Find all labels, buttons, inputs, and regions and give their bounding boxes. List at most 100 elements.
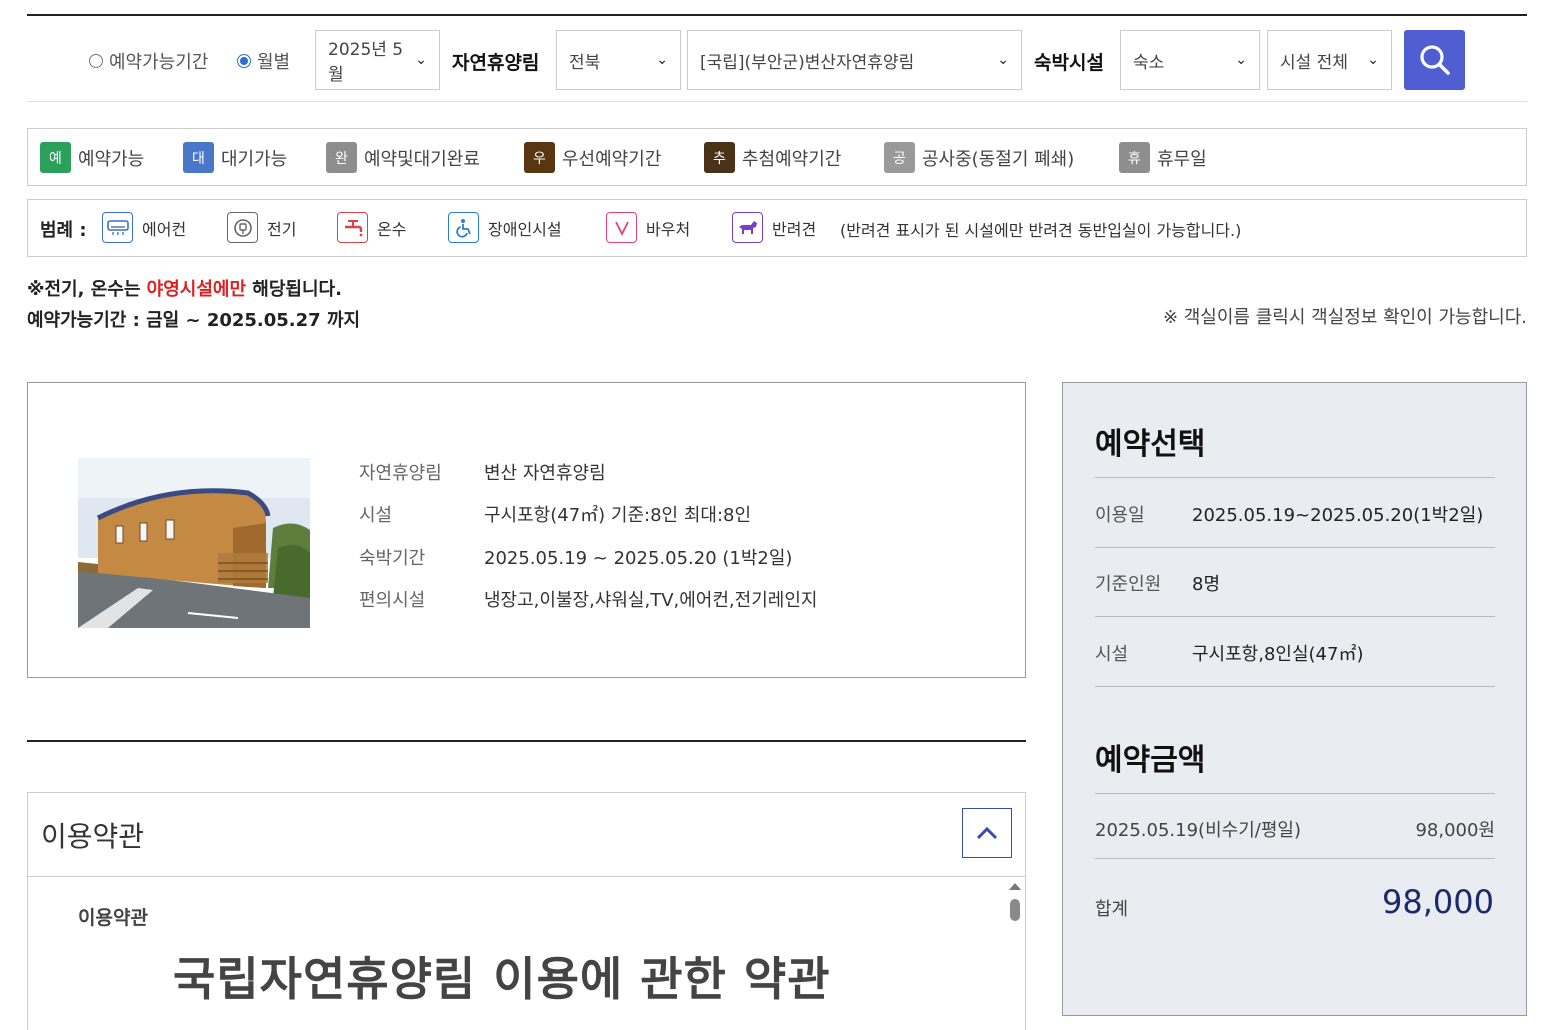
status-legend: 예 예약가능 대 대기가능 완 예약및대기완료 우 우선예약기간 추 추첨예약기… <box>27 128 1527 186</box>
total-label: 합계 <box>1095 899 1129 920</box>
status-closed: 휴 휴무일 <box>1119 142 1207 173</box>
panel-divider <box>1095 858 1495 859</box>
room-info-note: ※ 객실이름 클릭시 객실정보 확인이 가능합니다. <box>1162 307 1527 328</box>
status-label: 우선예약기간 <box>562 148 662 170</box>
search-bar: 예약가능기간 월별 2025년 5월 ⌄ 자연휴양림 전북 ⌄ [국립](부안군… <box>27 30 1527 102</box>
status-construction: 공 공사중(동절기 폐쇄) <box>884 142 1074 173</box>
facility-legend: 범례 : 에어컨 전기 온수 장애인시설 바우처 반려견 (반려견 표시가 된 … <box>27 199 1527 257</box>
collapse-terms-button[interactable] <box>962 808 1012 858</box>
lodging-type-select[interactable]: 숙소 ⌄ <box>1120 30 1260 90</box>
legend-label: 반려견 <box>772 219 817 239</box>
electric-plug-icon <box>227 212 258 243</box>
info-key: 시설 <box>359 505 393 526</box>
search-icon <box>1419 45 1450 75</box>
info-value: 2025.05.19 ~ 2025.05.20 (1박2일) <box>484 548 793 569</box>
facility-photo <box>78 458 310 628</box>
status-label: 예약가능 <box>78 148 145 170</box>
info-key: 숙박기간 <box>359 548 426 569</box>
info-value: 변산 자연휴양림 <box>484 463 606 484</box>
wheelchair-icon <box>448 212 479 243</box>
radio-period-dot[interactable] <box>89 54 103 68</box>
radio-monthly-dot[interactable] <box>237 54 251 68</box>
radio-monthly[interactable]: 월별 <box>237 48 290 74</box>
electric-water-note: ※전기, 온수는 야영시설에만 해당됩니다. <box>27 275 342 301</box>
panel-divider <box>1095 616 1495 617</box>
reservation-row-date: 이용일 2025.05.19~2025.05.20(1박2일) <box>1095 501 1495 527</box>
air-conditioner-icon <box>102 212 133 243</box>
status-badge: 휴 <box>1119 142 1150 173</box>
reservation-row-people: 기준인원 8명 <box>1095 570 1495 596</box>
info-value: 냉장고,이불장,샤워실,TV,에어컨,전기레인지 <box>484 590 818 611</box>
total-amount: 98,000 <box>1382 883 1494 921</box>
region-select-value: 전북 <box>569 52 601 73</box>
status-available: 예 예약가능 <box>40 142 144 173</box>
status-waitlist: 대 대기가능 <box>183 142 287 173</box>
status-lottery: 추 추첨예약기간 <box>704 142 841 173</box>
radio-period[interactable]: 예약가능기간 <box>89 48 208 74</box>
radio-period-label: 예약가능기간 <box>109 52 209 73</box>
legend-pet: 반려견 <box>732 212 816 243</box>
facility-select[interactable]: 시설 전체 ⌄ <box>1267 30 1392 90</box>
status-badge: 공 <box>884 142 915 173</box>
reservation-row-facility: 시설 구시포항,8인실(47㎡) <box>1095 640 1495 666</box>
booking-period-note: 예약가능기간 : 금일 ~ 2025.05.27 까지 <box>27 310 361 331</box>
legend-label: 전기 <box>267 219 297 239</box>
reservation-value: 2025.05.19~2025.05.20(1박2일) <box>1192 505 1484 526</box>
note-prefix: ※전기, 온수는 <box>27 279 147 300</box>
month-select[interactable]: 2025년 5월 ⌄ <box>315 30 440 90</box>
chevron-down-icon: ⌄ <box>656 52 668 68</box>
scrollbar-thumb[interactable] <box>1010 899 1020 921</box>
price-amount: 98,000원 <box>1415 820 1495 841</box>
status-label: 휴무일 <box>1157 148 1207 170</box>
voucher-v-icon <box>606 212 637 243</box>
info-value: 구시포항(47㎡) 기준:8인 최대:8인 <box>484 505 752 526</box>
legend-title: 범례 : <box>40 220 87 241</box>
chevron-down-icon: ⌄ <box>1367 52 1379 68</box>
legend-accessible: 장애인시설 <box>448 212 562 243</box>
pet-note: (반려견 표시가 된 시설에만 반려견 동반입실이 가능합니다.) <box>840 221 1242 240</box>
region-select[interactable]: 전북 ⌄ <box>556 30 681 90</box>
panel-divider <box>1095 793 1495 794</box>
forest-select[interactable]: [국립](부안군)변산자연휴양림 ⌄ <box>687 30 1022 90</box>
lodging-label: 숙박시설 <box>1034 52 1104 74</box>
search-button[interactable] <box>1404 30 1465 90</box>
panel-divider <box>1095 477 1495 478</box>
legend-hot-water: 온수 <box>337 212 406 243</box>
info-row-forest: 자연휴양림 변산 자연휴양림 <box>359 459 606 485</box>
legend-electric: 전기 <box>227 212 296 243</box>
status-label: 대기가능 <box>221 148 288 170</box>
chevron-down-icon: ⌄ <box>997 52 1009 68</box>
status-completed: 완 예약및대기완료 <box>326 142 480 173</box>
terms-heading: 국립자연휴양림 이용에 관한 약관 <box>173 952 831 1006</box>
status-priority: 우 우선예약기간 <box>524 142 661 173</box>
status-label: 공사중(동절기 폐쇄) <box>922 148 1075 170</box>
legend-voucher: 바우처 <box>606 212 690 243</box>
lodging-type-value: 숙소 <box>1133 52 1165 73</box>
info-row-facility: 시설 구시포항(47㎡) 기준:8인 최대:8인 <box>359 501 751 527</box>
chevron-down-icon: ⌄ <box>415 52 427 68</box>
status-badge: 예 <box>40 142 71 173</box>
legend-label: 에어컨 <box>142 219 187 239</box>
section-divider <box>27 740 1026 742</box>
chevron-down-icon: ⌄ <box>1235 52 1247 68</box>
reservation-panel: 예약선택 이용일 2025.05.19~2025.05.20(1박2일) 기준인… <box>1062 382 1527 1016</box>
reservation-value: 8명 <box>1192 574 1221 595</box>
legend-label: 장애인시설 <box>488 219 562 239</box>
terms-title: 이용약관 <box>41 820 145 853</box>
reservation-title: 예약선택 <box>1095 427 1206 462</box>
status-label: 추첨예약기간 <box>742 148 842 170</box>
reservation-key: 기준인원 <box>1095 574 1162 595</box>
chevron-up-icon <box>976 826 998 840</box>
info-row-amenities: 편의시설 냉장고,이불장,샤워실,TV,에어컨,전기레인지 <box>359 586 817 612</box>
facility-info-card: 자연휴양림 변산 자연휴양림 시설 구시포항(47㎡) 기준:8인 최대:8인 … <box>27 382 1026 678</box>
scroll-up-arrow[interactable] <box>1009 883 1021 890</box>
panel-divider <box>1095 547 1495 548</box>
panel-divider <box>1095 686 1495 687</box>
legend-aircon: 에어컨 <box>102 212 186 243</box>
status-badge: 우 <box>524 142 555 173</box>
info-row-stay: 숙박기간 2025.05.19 ~ 2025.05.20 (1박2일) <box>359 544 792 570</box>
status-badge: 대 <box>183 142 214 173</box>
pet-dog-icon <box>732 212 763 243</box>
info-key: 편의시설 <box>359 590 426 611</box>
price-date: 2025.05.19(비수기/평일) <box>1095 820 1301 841</box>
